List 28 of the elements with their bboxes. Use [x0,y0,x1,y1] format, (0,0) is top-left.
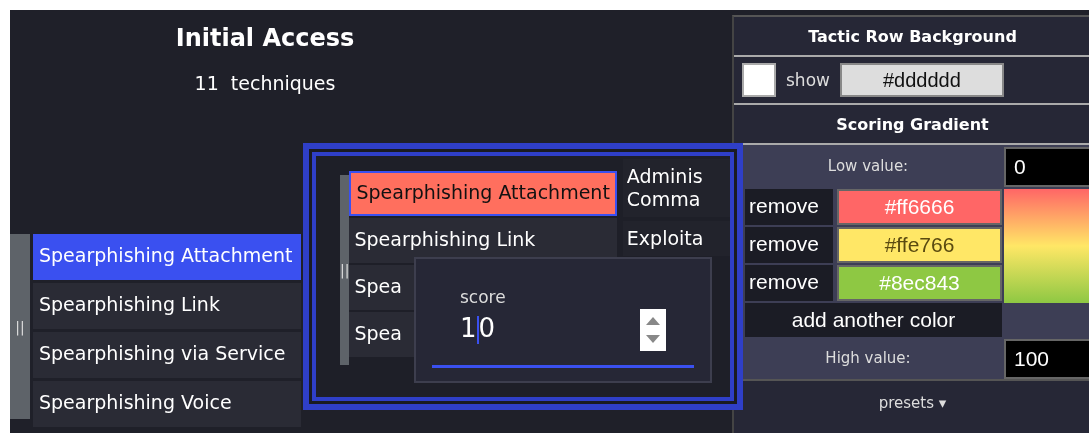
remove-button[interactable]: remove [745,189,833,225]
color-field[interactable]: #dddddd [839,63,1004,97]
collapse-handle[interactable]: || [10,234,30,419]
technique-cell[interactable]: Spearphishing Voice [33,381,301,427]
high-value-field[interactable]: 100 [1004,339,1089,379]
technique-cell[interactable]: Spearphishing Link [33,283,301,329]
show-label: show [786,70,830,90]
low-value-field[interactable]: 0 [1004,147,1089,187]
spinner-icon[interactable] [640,309,666,351]
technique-count: 11 techniques [193,72,337,94]
technique-cell[interactable]: Exploita [622,221,730,256]
technique-cell[interactable]: Spearphishing via Service [33,332,301,378]
presets-dropdown[interactable]: presets ▾ [878,394,947,412]
high-value-label: High value: [824,348,912,369]
technique-cell[interactable]: Spearphishing Attachment [33,234,301,280]
remove-button[interactable]: remove [745,227,833,263]
collapse-handle[interactable]: || [340,175,350,365]
add-color-button[interactable]: add another color [745,303,1002,337]
remove-button[interactable]: remove [745,265,833,301]
low-value-label: Low value: [826,156,910,177]
technique-cell[interactable]: Spearphishing Link [349,218,617,263]
show-checkbox[interactable] [742,63,776,97]
color-stop-field[interactable]: #ffe766 [837,227,1002,263]
technique-cell[interactable]: Spearphishing Attachment [349,171,617,216]
tactic-title: Initial Access [174,24,356,52]
section-heading: Tactic Row Background [734,17,1089,57]
score-field[interactable]: score 10 [432,273,694,368]
technique-cell[interactable]: Adminis Comma [622,159,730,217]
